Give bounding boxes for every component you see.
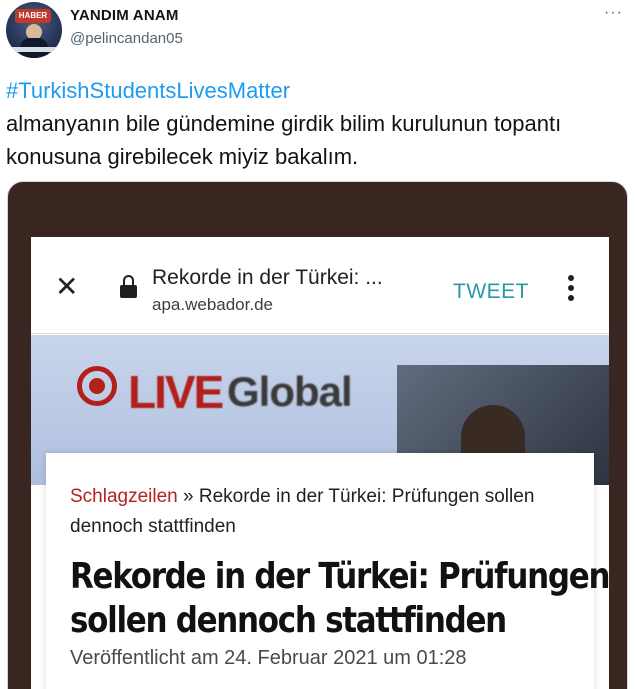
tweet-media[interactable]: ✕ Rekorde in der Türkei: ... apa.webador… (7, 181, 628, 689)
published-date: Veröffentlicht am 24. Februar 2021 um 01… (70, 647, 467, 669)
tweet-share-button: TWEET (453, 280, 529, 303)
headline-line-1: Rekorde in der Türkei: Prüfungen (70, 556, 609, 597)
avatar-logo: HABER (15, 9, 51, 23)
hero-live-text: LIVE (128, 366, 224, 418)
author-handle[interactable]: @pelincandan05 (70, 30, 183, 47)
kebab-menu-icon (568, 275, 574, 303)
author-display-name[interactable]: YANDIM ANAM (70, 7, 179, 24)
breadcrumb-link: Schlagzeilen (70, 486, 178, 507)
tweet-text: #TurkishStudentsLivesMatter almanyanın b… (6, 74, 626, 173)
browser-url: apa.webador.de (152, 295, 273, 314)
hero-global-text: Global (227, 368, 353, 415)
breadcrumb: Schlagzeilen » Rekorde in der Türkei: Pr… (70, 482, 570, 542)
record-icon (77, 366, 117, 406)
browser-toolbar: ✕ Rekorde in der Türkei: ... apa.webador… (31, 237, 609, 334)
article-headline: Rekorde in der Türkei: Prüfungen sollen … (70, 555, 609, 643)
lock-icon (120, 275, 137, 298)
author-avatar[interactable]: HABER (6, 2, 62, 58)
more-horizontal-icon[interactable]: ··· (604, 4, 623, 22)
close-icon: ✕ (55, 271, 79, 302)
phone-screenshot: ✕ Rekorde in der Türkei: ... apa.webador… (31, 237, 609, 689)
hashtag-link[interactable]: #TurkishStudentsLivesMatter (6, 74, 626, 107)
headline-line-2: sollen dennoch stattfinden (70, 600, 507, 641)
article-card: Schlagzeilen » Rekorde in der Türkei: Pr… (46, 453, 609, 689)
tweet-body: almanyanın bile gündemine girdik bilim k… (6, 111, 562, 169)
browser-page-title: Rekorde in der Türkei: ... (152, 266, 383, 289)
avatar-strip (8, 47, 60, 52)
